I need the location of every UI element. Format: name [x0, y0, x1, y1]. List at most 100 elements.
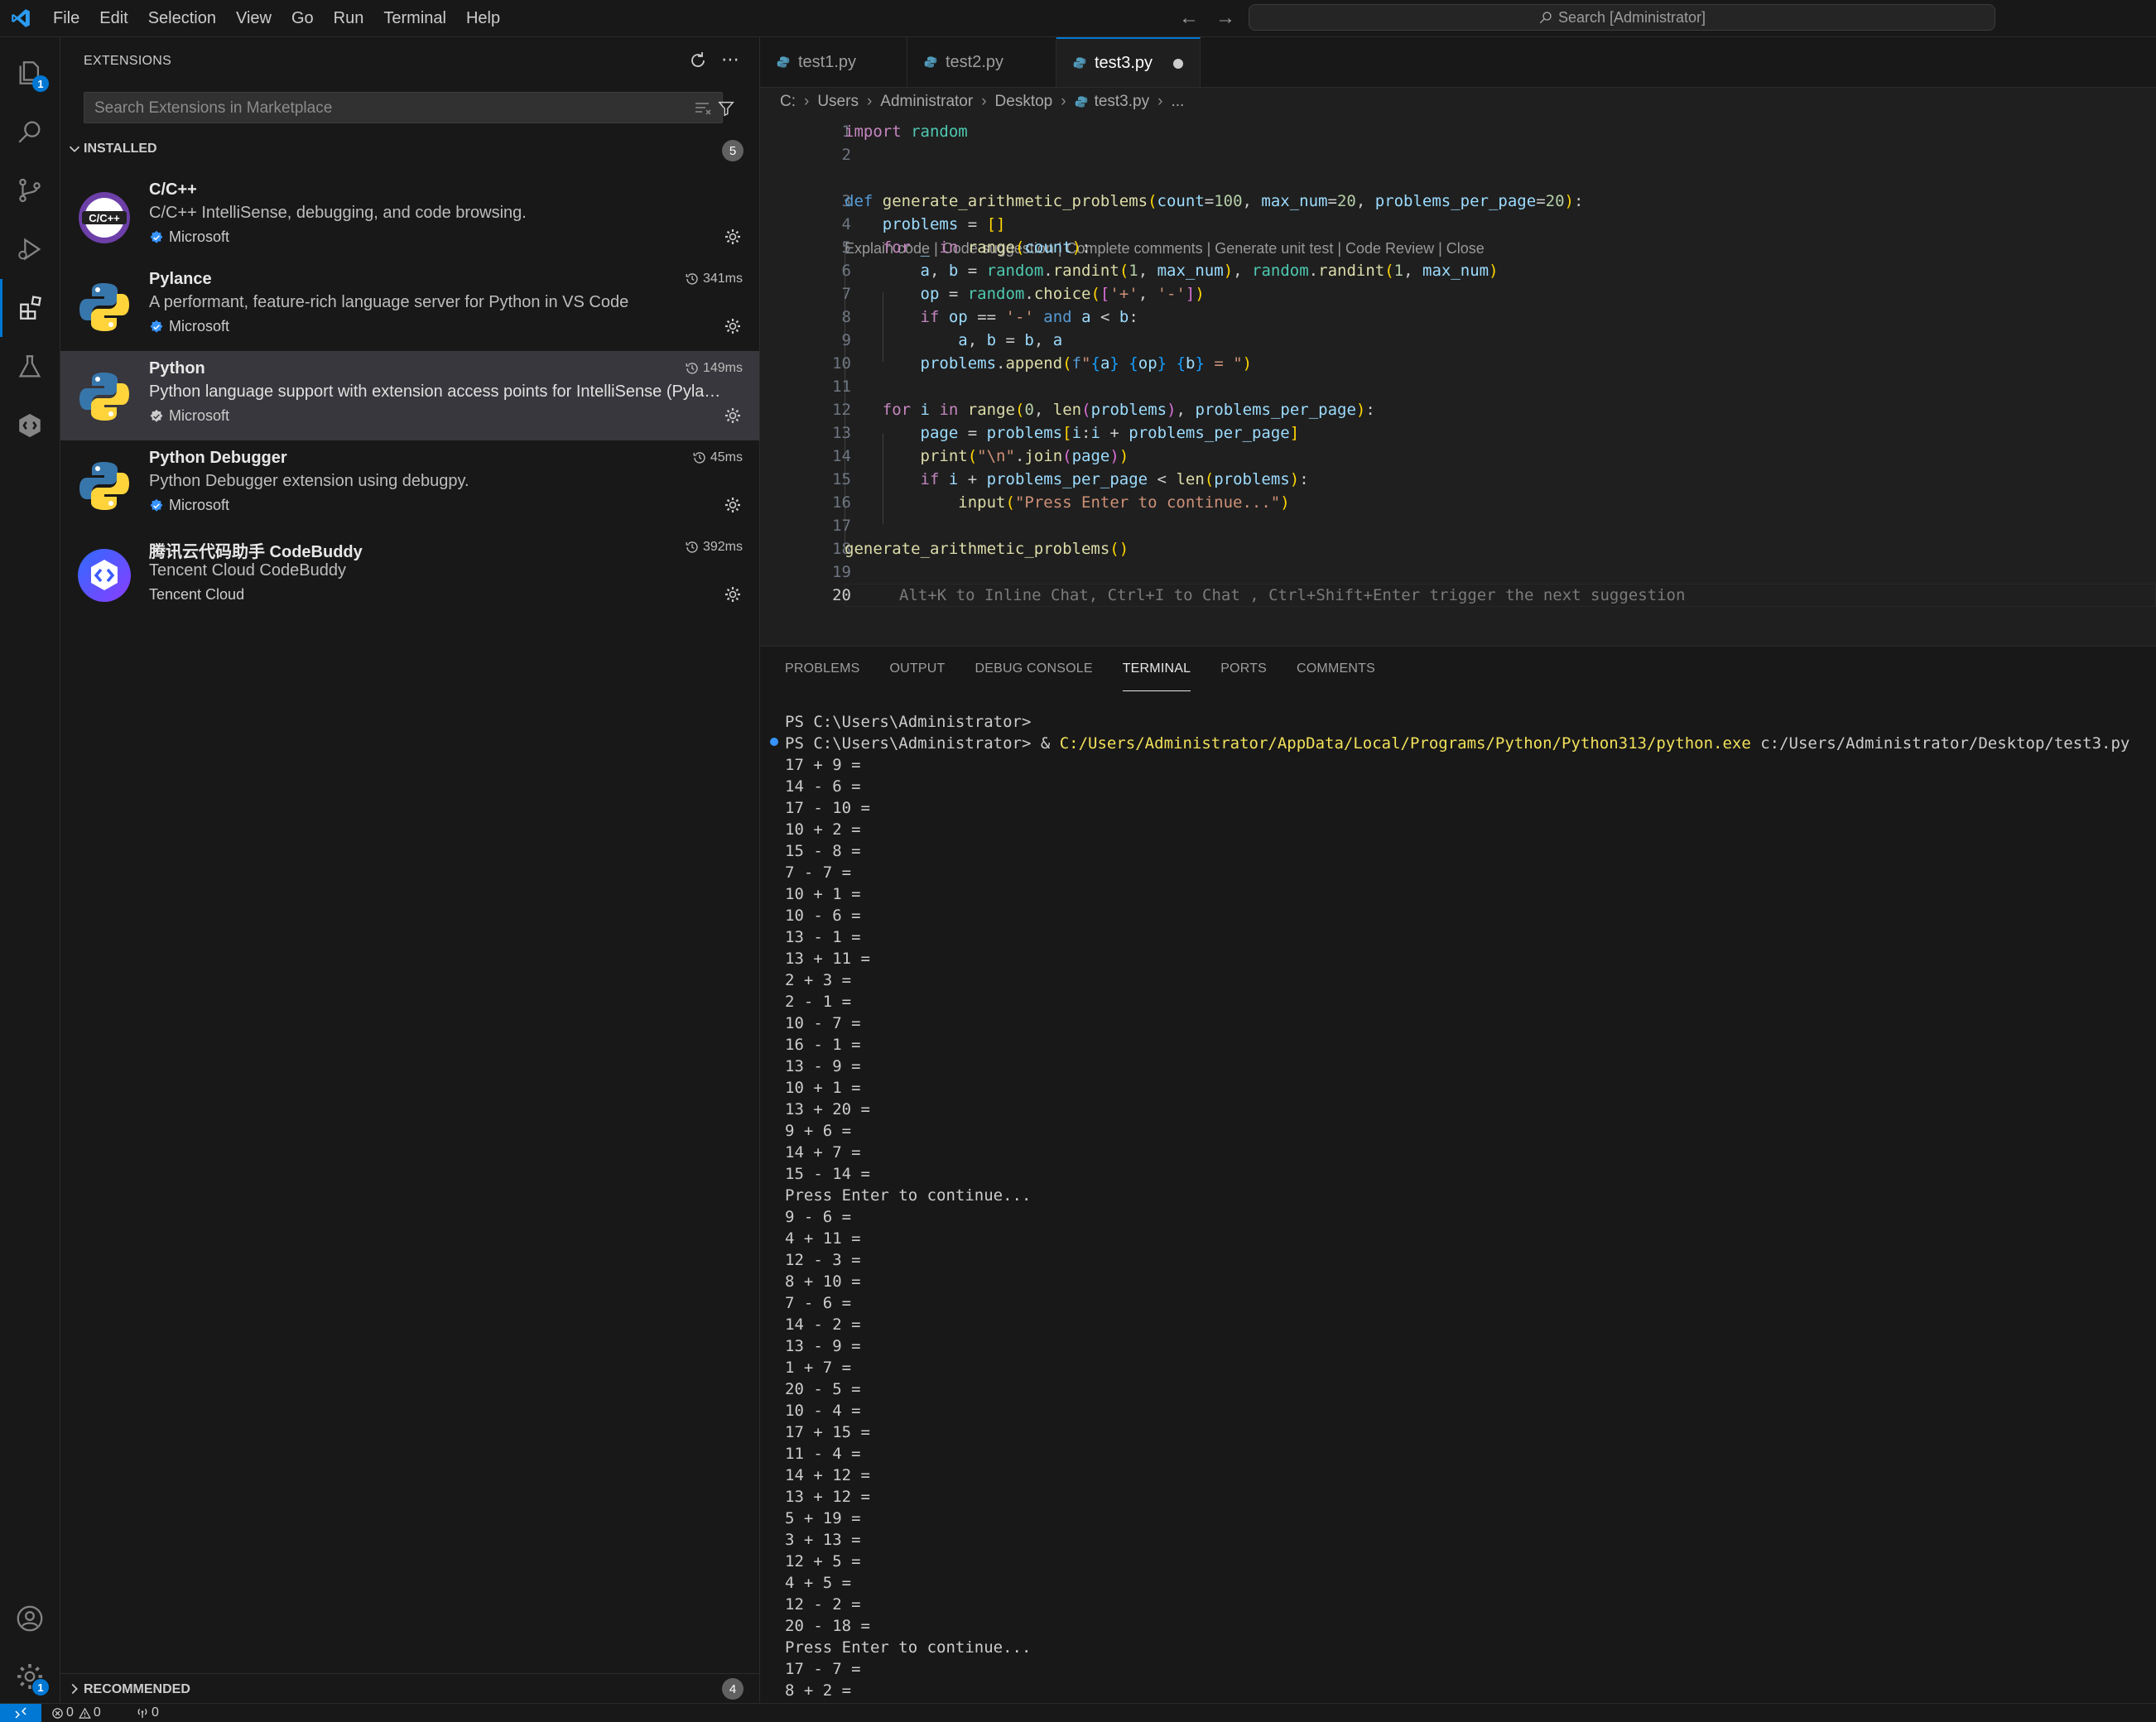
command-center-search[interactable]: Search [Administrator]: [1249, 4, 1995, 31]
bottom-panel: PROBLEMS OUTPUT DEBUG CONSOLE TERMINAL P…: [760, 646, 2156, 1704]
run-debug-button[interactable]: [0, 220, 60, 278]
extension-name: C/C++: [149, 180, 197, 199]
manage-extension-gear-icon[interactable]: [723, 227, 743, 247]
menu-view[interactable]: View: [226, 9, 282, 28]
sidebar-title: EXTENSIONS: [84, 54, 172, 68]
accounts-button[interactable]: [0, 1590, 60, 1647]
line-number: 13: [832, 424, 851, 442]
refresh-icon[interactable]: [688, 51, 708, 70]
extension-item-cpp[interactable]: C/C++ C/C++ C/C++ IntelliSense, debuggin…: [60, 172, 759, 262]
terminal-output-line: 15 - 14 =: [785, 1165, 870, 1183]
terminal-output-line: 10 - 4 =: [785, 1402, 861, 1420]
tab-comments[interactable]: COMMENTS: [1297, 647, 1375, 691]
breadcrumb-item[interactable]: C:: [780, 93, 796, 111]
line-number: 3: [841, 192, 851, 210]
clear-filter-icon[interactable]: [694, 100, 712, 117]
extension-description: A performant, feature-rich language serv…: [149, 293, 629, 311]
tab-debug-console[interactable]: DEBUG CONSOLE: [975, 647, 1093, 691]
tab-test1[interactable]: test1.py: [760, 37, 907, 87]
manage-extension-gear-icon[interactable]: [723, 406, 743, 426]
tab-test3[interactable]: test3.py: [1056, 37, 1201, 87]
tab-problems[interactable]: PROBLEMS: [785, 647, 860, 691]
extensions-button[interactable]: [0, 279, 60, 337]
tab-ports[interactable]: PORTS: [1220, 647, 1267, 691]
vscode-logo-icon[interactable]: [10, 7, 31, 29]
extension-item-codebuddy[interactable]: 腾讯云代码助手 CodeBuddy 392ms Tencent Cloud Co…: [60, 530, 759, 619]
terminal-output-line: 14 - 2 =: [785, 1316, 861, 1334]
terminal-output-line: 10 + 1 =: [785, 1079, 861, 1097]
more-actions-icon[interactable]: ⋯: [721, 49, 739, 70]
manage-button[interactable]: 1: [0, 1647, 60, 1705]
terminal-output-line: 3 + 13 =: [785, 1531, 861, 1549]
unsaved-dot-icon[interactable]: [1173, 59, 1183, 69]
terminal-output-line: 17 + 15 =: [785, 1423, 870, 1441]
menu-run[interactable]: Run: [324, 9, 374, 28]
search-view-button[interactable]: [0, 103, 60, 161]
chevron-right-icon: ›: [804, 93, 810, 110]
filter-icon[interactable]: [717, 99, 735, 118]
codebuddy-button[interactable]: [0, 397, 60, 455]
terminal-output-line: 17 - 7 =: [785, 1660, 861, 1678]
python-file-icon: [1073, 57, 1086, 69]
tab-output[interactable]: OUTPUT: [890, 647, 946, 691]
terminal-output-line: Press Enter to continue...: [785, 1186, 1032, 1205]
installed-section-header[interactable]: INSTALLED 5: [60, 135, 759, 165]
line-number: 15: [832, 470, 851, 488]
terminal-output-line: 15 - 8 =: [785, 842, 861, 860]
breadcrumb-item[interactable]: Desktop: [995, 93, 1053, 111]
activation-time: 341ms: [685, 272, 743, 286]
remote-indicator-button[interactable]: [0, 1704, 41, 1722]
publisher-name: Tencent Cloud: [149, 586, 245, 603]
manage-extension-gear-icon[interactable]: [723, 316, 743, 336]
code-line: 19: [760, 560, 2156, 584]
command-decoration-icon[interactable]: [770, 738, 778, 746]
ports-status[interactable]: 0: [136, 1704, 159, 1722]
code-line: 6 a, b = random.randint(1, max_num), ran…: [760, 259, 2156, 282]
menu-help[interactable]: Help: [456, 9, 510, 28]
manage-extension-gear-icon[interactable]: [723, 584, 743, 604]
menu-terminal[interactable]: Terminal: [373, 9, 456, 28]
terminal-output-line: 10 - 7 =: [785, 1014, 861, 1032]
menu-edit[interactable]: Edit: [89, 9, 137, 28]
python-file-icon: [1075, 96, 1087, 108]
extension-item-pylance[interactable]: Pylance 341ms A performant, feature-rich…: [60, 262, 759, 351]
breadcrumb-item[interactable]: ...: [1171, 93, 1184, 111]
search-icon: [1539, 12, 1552, 24]
source-control-button[interactable]: [0, 161, 60, 219]
extension-item-python[interactable]: Python 149ms Python language support wit…: [60, 351, 759, 440]
breadcrumb-item[interactable]: Users: [817, 93, 859, 111]
terminal-output-line: 7 - 6 =: [785, 1294, 852, 1312]
breadcrumb-item[interactable]: test3.py: [1095, 93, 1150, 111]
line-number: 5: [841, 238, 851, 257]
breadcrumb-item[interactable]: Administrator: [880, 93, 973, 111]
extension-name: 腾讯云代码助手 CodeBuddy: [149, 543, 363, 561]
code-text: a, b = b, a: [958, 331, 1063, 349]
extension-name: Python Debugger: [149, 449, 287, 467]
history-icon: [686, 363, 698, 374]
tab-test2[interactable]: test2.py: [907, 37, 1056, 87]
recommended-section-header[interactable]: RECOMMENDED 4: [60, 1673, 759, 1704]
code-line: 4 problems = []: [760, 213, 2156, 236]
terminal-output-line: 17 - 10 =: [785, 799, 870, 817]
extension-search-input[interactable]: [93, 93, 659, 124]
manage-extension-gear-icon[interactable]: [723, 495, 743, 515]
code-text: def generate_arithmetic_problems(count=1…: [845, 192, 1584, 210]
terminal-output[interactable]: PS C:\Users\Administrator> PS C:\Users\A…: [785, 711, 2143, 1701]
menu-selection[interactable]: Selection: [138, 9, 226, 28]
svg-text:C/C++: C/C++: [89, 212, 120, 224]
explorer-button[interactable]: 1: [0, 44, 60, 102]
code-line: 18 generate_arithmetic_problems(): [760, 537, 2156, 560]
history-icon: [693, 452, 705, 464]
back-arrow-icon[interactable]: ←: [1179, 7, 1199, 30]
line-number: 14: [832, 447, 851, 465]
testing-button[interactable]: [0, 338, 60, 396]
forward-arrow-icon[interactable]: →: [1215, 7, 1235, 30]
extensions-icon: [19, 296, 41, 320]
menu-file[interactable]: File: [43, 9, 89, 28]
tab-terminal[interactable]: TERMINAL: [1122, 647, 1191, 691]
extension-item-python-debugger[interactable]: Python Debugger 45ms Python Debugger ext…: [60, 440, 759, 530]
extension-search-box: [84, 92, 734, 124]
tab-label: test2.py: [946, 52, 1004, 71]
menu-go[interactable]: Go: [282, 9, 324, 28]
problems-status[interactable]: 0 0: [51, 1704, 101, 1722]
